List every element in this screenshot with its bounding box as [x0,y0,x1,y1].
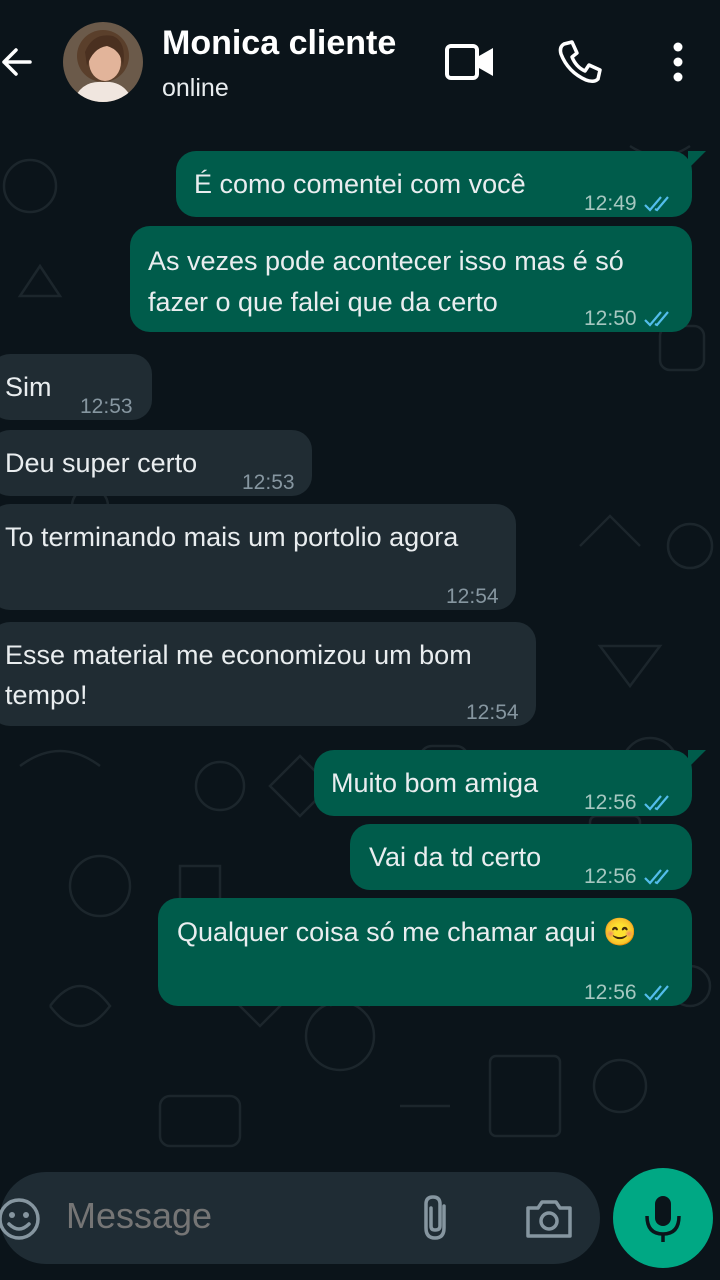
menu-button[interactable] [664,40,692,84]
contact-avatar[interactable] [63,22,143,102]
contact-name[interactable]: Monica cliente [162,24,396,63]
message-bubble-outgoing[interactable]: Qualquer coisa só me chamar aqui 😊 12:56 [158,898,692,1006]
message-bubble-outgoing[interactable]: As vezes pode acontecer isso mas é só fa… [130,226,692,332]
message-time: 12:54 [466,701,519,724]
message-input[interactable] [64,1194,398,1238]
message-meta: 12:56 [584,972,673,1013]
chat-header: Monica cliente online [0,0,720,126]
camera-icon [526,1200,572,1238]
emoji-button[interactable] [0,1196,42,1242]
voice-message-button[interactable] [613,1168,713,1268]
message-bubble-outgoing[interactable]: Muito bom amiga 12:56 [314,750,706,816]
double-check-read-icon [643,984,669,1001]
message-text: Qualquer coisa só me chamar aqui 😊 [177,917,637,947]
message-text: Vai da td certo [369,842,542,872]
arrow-left-icon [2,48,32,76]
paperclip-icon [424,1195,446,1240]
message-time: 12:53 [80,395,133,418]
message-text: Muito bom amiga [331,768,539,798]
message-meta: 12:53 [242,462,295,503]
message-meta: 12:54 [466,692,519,733]
message-meta: 12:53 [80,386,133,427]
message-text: Sim [5,372,52,402]
camera-button[interactable] [524,1198,574,1240]
double-check-read-icon [643,195,669,212]
message-bubble-incoming[interactable]: Esse material me economizou um bom tempo… [0,622,536,726]
phone-icon [558,40,602,84]
double-check-read-icon [643,794,669,811]
message-text: tempo! [5,680,88,710]
message-meta: 12:54 [446,576,499,617]
emoji-icon [0,1198,40,1240]
microphone-icon [645,1196,681,1242]
message-time: 12:56 [584,791,637,814]
message-bubble-outgoing[interactable]: É como comentei com você 12:49 [176,151,706,217]
attach-button[interactable] [416,1194,456,1242]
message-text: fazer o que falei que da certo [148,287,498,317]
message-meta: 12:56 [584,856,673,897]
message-meta: 12:56 [584,782,673,823]
double-check-read-icon [643,310,669,327]
message-time: 12:50 [584,307,637,330]
message-meta: 12:50 [584,298,673,339]
voice-call-button[interactable] [556,38,604,86]
message-text: Esse material me economizou um bom [5,640,472,670]
message-bubble-incoming[interactable]: Sim 12:53 [0,354,152,420]
more-vertical-icon [673,42,683,82]
message-text: É como comentei com você [194,169,526,199]
message-bubble-outgoing[interactable]: Vai da td certo 12:56 [350,824,692,890]
message-text: Deu super certo [5,448,198,478]
message-meta: 12:49 [584,183,673,224]
back-button[interactable] [0,42,40,82]
video-camera-icon [445,44,493,80]
message-text: As vezes pode acontecer isso mas é só [148,246,624,276]
message-bubble-incoming[interactable]: To terminando mais um portolio agora 12:… [0,504,516,610]
message-bubble-incoming[interactable]: Deu super certo 12:53 [0,430,312,496]
contact-status: online [162,74,229,102]
message-text: To terminando mais um portolio agora [5,522,459,552]
video-call-button[interactable] [444,40,496,84]
message-time: 12:56 [584,981,637,1004]
message-time: 12:49 [584,192,637,215]
double-check-read-icon [643,868,669,885]
message-time: 12:56 [584,865,637,888]
message-composer [0,1172,600,1264]
message-time: 12:53 [242,471,295,494]
message-time: 12:54 [446,585,499,608]
message-list[interactable]: É como comentei com você 12:49 As vezes … [0,126,720,1170]
